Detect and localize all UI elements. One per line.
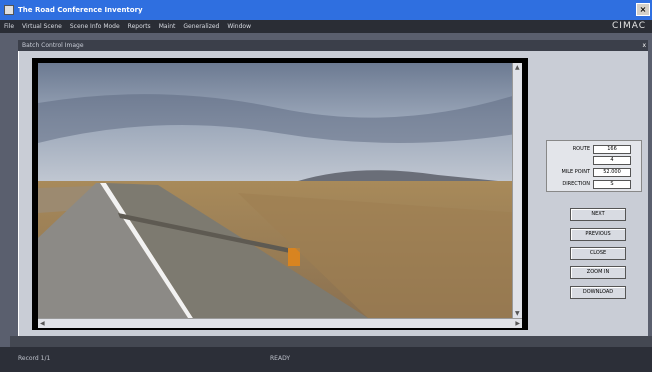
- title-bar: The Road Conference Inventory ×: [0, 0, 652, 20]
- direction-field[interactable]: S: [593, 179, 631, 189]
- menu-maint[interactable]: Maint: [159, 23, 176, 30]
- horizontal-scrollbar[interactable]: ◀ ▶: [38, 318, 522, 328]
- location-fields-group: ROUTE 166 4 MILE POINT 52.000 DIRECTION …: [546, 140, 642, 192]
- mile-point-row: MILE POINT 52.000: [549, 167, 641, 177]
- direction-row: DIRECTION S: [549, 179, 641, 189]
- previous-button[interactable]: PREVIOUS: [570, 228, 626, 241]
- subroute-field[interactable]: 4: [593, 155, 631, 165]
- menu-file[interactable]: File: [4, 23, 14, 30]
- window-title: The Road Conference Inventory: [18, 6, 143, 14]
- route-row: ROUTE 166: [549, 144, 641, 154]
- vertical-scrollbar[interactable]: ▲ ▼: [512, 63, 522, 318]
- scroll-right-icon[interactable]: ▶: [515, 320, 520, 327]
- next-button[interactable]: NEXT: [570, 208, 626, 221]
- menu-scene-info-mode[interactable]: Scene Info Mode: [70, 23, 120, 30]
- menu-reports[interactable]: Reports: [128, 23, 151, 30]
- menu-generalized[interactable]: Generalized: [183, 23, 219, 30]
- app-icon: [4, 5, 14, 15]
- panel-close-icon[interactable]: x: [642, 40, 646, 51]
- route-label: ROUTE: [572, 146, 590, 152]
- close-button[interactable]: CLOSE: [570, 247, 626, 260]
- panel-title: Batch Control Image: [22, 42, 84, 49]
- menu-bar: File Virtual Scene Scene Info Mode Repor…: [0, 20, 652, 33]
- status-strip: [10, 336, 652, 347]
- window-close-button[interactable]: ×: [636, 3, 650, 16]
- menu-window[interactable]: Window: [227, 23, 251, 30]
- menu-virtual-scene[interactable]: Virtual Scene: [22, 23, 62, 30]
- download-button[interactable]: DOWNLOAD: [570, 286, 626, 299]
- status-ready: READY: [270, 355, 291, 362]
- direction-label: DIRECTION: [562, 181, 590, 187]
- status-record: Record 1/1: [18, 355, 51, 362]
- subroute-row: 4: [549, 155, 641, 165]
- scroll-down-icon[interactable]: ▼: [515, 310, 520, 317]
- brand-logo: CIMAC: [612, 21, 646, 31]
- mile-point-field[interactable]: 52.000: [593, 167, 631, 177]
- route-field[interactable]: 166: [593, 144, 631, 154]
- road-photo-graphic: [38, 63, 522, 318]
- mile-point-label: MILE POINT: [561, 169, 590, 175]
- zoom-in-button[interactable]: ZOOM IN: [570, 266, 626, 279]
- status-bar: Record 1/1 READY: [0, 347, 652, 372]
- scroll-left-icon[interactable]: ◀: [40, 320, 45, 327]
- road-photo: [38, 63, 522, 318]
- panel-title-bar: Batch Control Image x: [18, 40, 648, 51]
- scroll-up-icon[interactable]: ▲: [515, 64, 520, 71]
